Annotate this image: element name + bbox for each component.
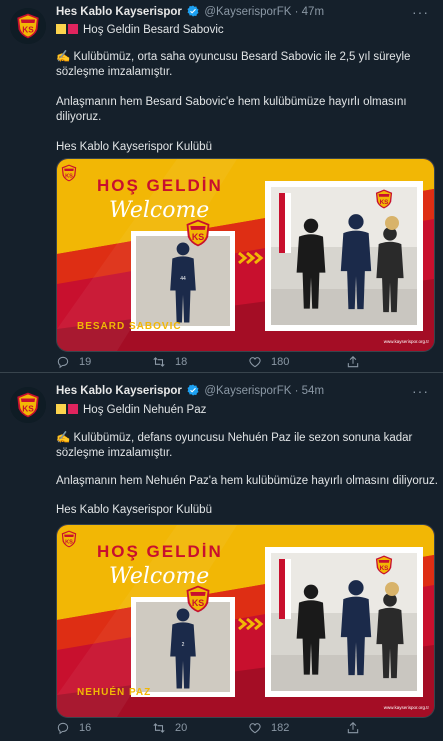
- tweet-actions: 16 20 182: [56, 721, 433, 737]
- kayserispor-logo-icon: [10, 387, 46, 423]
- verified-badge-icon: [187, 384, 199, 396]
- like-button[interactable]: 180: [248, 355, 289, 369]
- share-button[interactable]: [346, 355, 369, 369]
- banner-player-name: BESARD SABOVIC: [77, 321, 182, 332]
- retweet-button[interactable]: 20: [152, 721, 187, 735]
- tweet-text: diliyoruz.: [56, 111, 102, 123]
- svg-text:44: 44: [180, 276, 186, 282]
- red-square-icon: [68, 24, 78, 34]
- yellow-square-icon: [56, 24, 66, 34]
- tweet-card[interactable]: Hes Kablo Kayserispor @KayserisporFK · 4…: [0, 0, 443, 372]
- tweet-title-line: Hoş Geldin Besard Sabovic: [56, 23, 224, 38]
- more-options-icon[interactable]: ···: [412, 3, 429, 21]
- author-name[interactable]: Hes Kablo Kayserispor: [56, 6, 182, 18]
- banner-script: Welcome: [109, 564, 209, 589]
- share-button[interactable]: [346, 721, 369, 735]
- retweet-icon: [152, 355, 166, 369]
- retweet-count: 20: [175, 722, 188, 734]
- heart-icon: [248, 355, 262, 369]
- verified-badge-icon: [187, 5, 199, 17]
- dot-separator: ·: [294, 6, 302, 18]
- retweet-button[interactable]: 18: [152, 355, 187, 369]
- share-icon: [346, 355, 360, 369]
- banner-headline: HOŞ GELDİN: [97, 176, 223, 195]
- author-handle[interactable]: @KayserisporFK: [204, 385, 291, 397]
- tweet-header: Hes Kablo Kayserispor @KayserisporFK · 4…: [56, 3, 433, 21]
- tweet-header: Hes Kablo Kayserispor @KayserisporFK · 5…: [56, 382, 433, 400]
- banner-player-name: NEHUÉN PAZ: [77, 685, 151, 698]
- tweet-text: sözleşme imzalamıştır.: [56, 66, 173, 78]
- author-name[interactable]: Hes Kablo Kayserispor: [56, 385, 182, 397]
- welcome-banner: HOŞ GELDİN Welcome 44 BESARD SABOVIC www…: [57, 159, 434, 351]
- banner-headline: HOŞ GELDİN: [97, 542, 223, 561]
- like-count: 182: [271, 722, 290, 734]
- svg-text:2: 2: [182, 642, 185, 648]
- banner-website: www.kayserispor.org.tr: [384, 339, 430, 344]
- welcome-banner: HOŞ GELDİN Welcome 2 NEHUÉN PAZ www.kays…: [57, 525, 434, 717]
- red-square-icon: [68, 404, 78, 414]
- dot-separator: ·: [294, 385, 302, 397]
- tweet-text: ✍️ Kulübümüz, orta saha oyuncusu Besard …: [56, 51, 411, 63]
- author-handle[interactable]: @KayserisporFK: [204, 6, 291, 18]
- tweet-image[interactable]: HOŞ GELDİN Welcome 44 BESARD SABOVIC www…: [56, 158, 435, 352]
- reply-count: 19: [79, 356, 92, 368]
- share-icon: [346, 721, 360, 735]
- tweet-card[interactable]: Hes Kablo Kayserispor @KayserisporFK · 5…: [0, 372, 443, 741]
- avatar[interactable]: [10, 8, 46, 44]
- reply-count: 16: [79, 722, 92, 734]
- retweet-icon: [152, 721, 166, 735]
- tweet-text: Anlaşmanın hem Nehuén Paz'a hem kulübümü…: [56, 475, 438, 487]
- heart-icon: [248, 721, 262, 735]
- retweet-count: 18: [175, 356, 188, 368]
- tweet-actions: 19 18 180: [56, 355, 433, 371]
- banner-website: www.kayserispor.org.tr: [384, 705, 430, 710]
- avatar[interactable]: [10, 387, 46, 423]
- tweet-text: ✍️ Kulübümüz, defans oyuncusu Nehuén Paz…: [56, 432, 413, 444]
- tweet-title: Hoş Geldin Nehuén Paz: [83, 404, 207, 416]
- tweet-title-line: Hoş Geldin Nehuén Paz: [56, 403, 206, 418]
- timestamp[interactable]: 54m: [302, 385, 324, 397]
- timestamp[interactable]: 47m: [302, 6, 324, 18]
- reply-button[interactable]: 19: [56, 355, 91, 369]
- reply-icon: [56, 355, 70, 369]
- more-options-icon[interactable]: ···: [412, 382, 429, 400]
- banner-script: Welcome: [109, 198, 209, 223]
- reply-icon: [56, 721, 70, 735]
- tweet-signature: Hes Kablo Kayserispor Kulübü: [56, 504, 212, 516]
- tweet-text: sözleşme imzalamıştır.: [56, 447, 173, 459]
- tweet-image[interactable]: HOŞ GELDİN Welcome 2 NEHUÉN PAZ www.kays…: [56, 524, 435, 718]
- like-count: 180: [271, 356, 290, 368]
- tweet-title: Hoş Geldin Besard Sabovic: [83, 24, 224, 36]
- tweet-signature: Hes Kablo Kayserispor Kulübü: [56, 141, 212, 153]
- yellow-square-icon: [56, 404, 66, 414]
- kayserispor-logo-icon: [10, 8, 46, 44]
- reply-button[interactable]: 16: [56, 721, 91, 735]
- like-button[interactable]: 182: [248, 721, 289, 735]
- tweet-text: Anlaşmanın hem Besard Sabovic'e hem kulü…: [56, 96, 407, 108]
